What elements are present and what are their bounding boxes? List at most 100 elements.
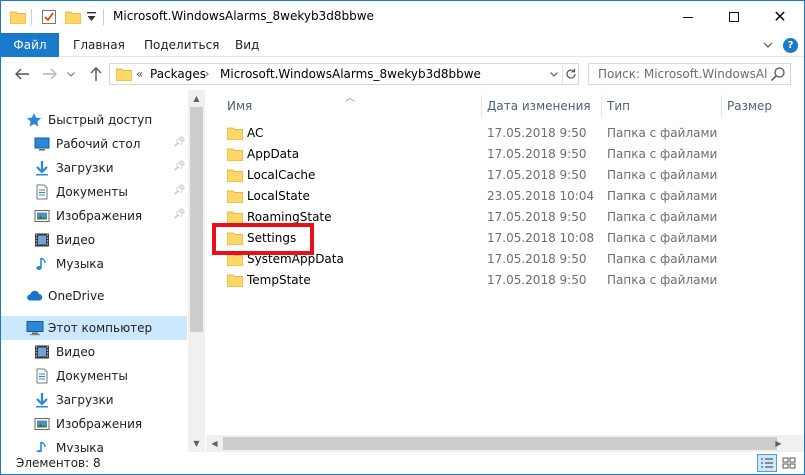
nav-onedrive[interactable]: OneDrive — [1, 284, 187, 308]
column-divider[interactable] — [721, 95, 722, 117]
scroll-left-arrow-icon[interactable]: ◀ — [206, 435, 223, 452]
folder-icon — [115, 67, 133, 84]
scrollbar-corner — [787, 435, 804, 452]
breadcrumb-current-folder[interactable]: Microsoft.WindowsAlarms_8wekyb3d8bbwe — [220, 67, 481, 81]
window-title: Microsoft.WindowsAlarms_8wekyb3d8bbwe — [113, 9, 374, 23]
file-date: 17.05.2018 9:50 — [487, 210, 587, 224]
horizontal-scrollbar[interactable]: ◀ ▶ — [206, 435, 787, 452]
star-icon — [26, 112, 42, 128]
pin-icon[interactable]: 📌︎ — [173, 209, 186, 220]
pictures-icon — [34, 416, 50, 432]
expand-ribbon-button[interactable] — [763, 33, 773, 57]
nav-pane-scrollbar[interactable]: ▲ ▼ — [188, 90, 205, 452]
breadcrumb-overflow[interactable]: « — [136, 67, 143, 81]
arrow-right-icon — [43, 68, 57, 80]
tab-share[interactable]: Поделиться — [144, 33, 219, 57]
nav-label: Изображения — [56, 417, 143, 431]
customize-toolbar-icon[interactable] — [87, 8, 96, 26]
details-view-button[interactable] — [757, 454, 777, 472]
file-type: Папка с файлами — [607, 189, 718, 203]
file-date: 17.05.2018 10:08 — [487, 231, 595, 245]
search-input[interactable]: Поиск: Microsoft.WindowsAl... — [588, 63, 791, 85]
back-button[interactable] — [13, 64, 31, 84]
pin-icon[interactable]: 📌︎ — [173, 137, 186, 148]
column-header-size[interactable]: Размер — [727, 95, 772, 117]
scroll-up-arrow-icon[interactable]: ▲ — [188, 90, 205, 107]
breadcrumb-separator[interactable]: › — [205, 67, 209, 80]
refresh-icon — [566, 68, 576, 79]
new-folder-icon[interactable] — [65, 8, 81, 26]
scroll-down-arrow-icon[interactable]: ▼ — [188, 435, 205, 452]
nav-item-desktop[interactable]: Рабочий стол 📌︎ — [1, 132, 187, 156]
file-date: 17.05.2018 9:50 — [487, 147, 587, 161]
large-icons-view-button[interactable] — [779, 454, 799, 472]
nav-label: Этот компьютер — [48, 321, 153, 335]
close-button[interactable]: ✕ — [757, 1, 803, 33]
nav-label: Видео — [56, 345, 96, 359]
pin-icon[interactable]: 📌︎ — [173, 161, 186, 172]
breadcrumb-packages[interactable]: Packages — [150, 67, 206, 81]
file-date: 17.05.2018 9:50 — [487, 273, 587, 287]
minimize-button[interactable] — [665, 1, 711, 33]
nav-item-pictures[interactable]: Изображения 📌︎ — [1, 204, 187, 228]
file-name: AC — [247, 126, 264, 140]
properties-icon[interactable] — [41, 8, 57, 26]
title-separator — [103, 9, 104, 25]
nav-pc-music[interactable]: Музыка — [1, 436, 187, 452]
close-icon: ✕ — [773, 7, 787, 26]
nav-label: Документы — [56, 369, 128, 383]
nav-item-video[interactable]: Видео — [1, 228, 187, 252]
address-history-button[interactable] — [548, 66, 560, 82]
nav-item-music[interactable]: Музыка — [1, 252, 187, 276]
chevron-down-icon — [550, 71, 558, 77]
column-header-name[interactable]: Имя — [227, 95, 252, 117]
maximize-button[interactable] — [711, 1, 757, 33]
title-bar: Microsoft.WindowsAlarms_8wekyb3d8bbwe ✕ — [1, 1, 804, 33]
nav-label: OneDrive — [48, 289, 105, 303]
navigation-pane: Быстрый доступ Рабочий стол 📌︎ Загрузки … — [1, 90, 205, 452]
file-row[interactable]: AC 17.05.2018 9:50 Папка с файлами — [206, 123, 804, 144]
documents-icon — [34, 368, 50, 384]
tab-home[interactable]: Главная — [73, 33, 125, 57]
file-row[interactable]: TempState 17.05.2018 9:50 Папка с файлам… — [206, 270, 804, 291]
recent-locations-button[interactable] — [65, 64, 77, 84]
video-icon — [34, 232, 50, 248]
file-row[interactable]: AppData 17.05.2018 9:50 Папка с файлами — [206, 144, 804, 165]
search-placeholder: Поиск: Microsoft.WindowsAl... — [598, 67, 768, 81]
column-header-date[interactable]: Дата изменения — [487, 95, 591, 117]
column-divider[interactable] — [601, 95, 602, 117]
address-bar[interactable]: « Packages › Microsoft.WindowsAlarms_8we… — [109, 63, 579, 85]
search-icon[interactable] — [770, 66, 786, 85]
scrollbar-thumb[interactable] — [223, 437, 777, 450]
file-row[interactable]: LocalState 23.05.2018 10:04 Папка с файл… — [206, 186, 804, 207]
nav-label: Документы — [56, 185, 128, 199]
file-row[interactable]: LocalCache 17.05.2018 9:50 Папка с файла… — [206, 165, 804, 186]
nav-item-downloads[interactable]: Загрузки 📌︎ — [1, 156, 187, 180]
up-button[interactable] — [87, 64, 105, 84]
file-name: RoamingState — [247, 210, 332, 224]
item-count: Элементов: 8 — [16, 456, 101, 470]
forward-button[interactable] — [41, 64, 59, 84]
sort-ascending-icon: ︿ — [345, 93, 355, 104]
nav-quick-access[interactable]: Быстрый доступ — [1, 108, 187, 132]
breadcrumb-separator[interactable]: › — [460, 67, 464, 80]
nav-this-pc[interactable]: Этот компьютер — [1, 316, 187, 340]
tab-file[interactable]: Файл — [1, 33, 59, 57]
nav-pc-video[interactable]: Видео — [1, 340, 187, 364]
pin-icon[interactable]: 📌︎ — [173, 185, 186, 196]
nav-pc-downloads[interactable]: Загрузки — [1, 388, 187, 412]
documents-icon — [34, 184, 50, 200]
column-divider[interactable] — [481, 95, 482, 117]
ribbon-tabs: Файл Главная Поделиться Вид ? — [1, 33, 804, 57]
column-header-type[interactable]: Тип — [607, 95, 630, 117]
nav-pc-pictures[interactable]: Изображения — [1, 412, 187, 436]
file-date: 17.05.2018 9:50 — [487, 168, 587, 182]
scroll-right-arrow-icon[interactable]: ▶ — [770, 435, 787, 452]
scrollbar-thumb[interactable] — [190, 107, 203, 332]
nav-pc-documents[interactable]: Документы — [1, 364, 187, 388]
file-name: LocalState — [247, 189, 310, 203]
tab-view[interactable]: Вид — [235, 33, 259, 57]
nav-item-documents[interactable]: Документы 📌︎ — [1, 180, 187, 204]
help-button[interactable]: ? — [783, 33, 798, 57]
refresh-button[interactable] — [562, 64, 579, 84]
